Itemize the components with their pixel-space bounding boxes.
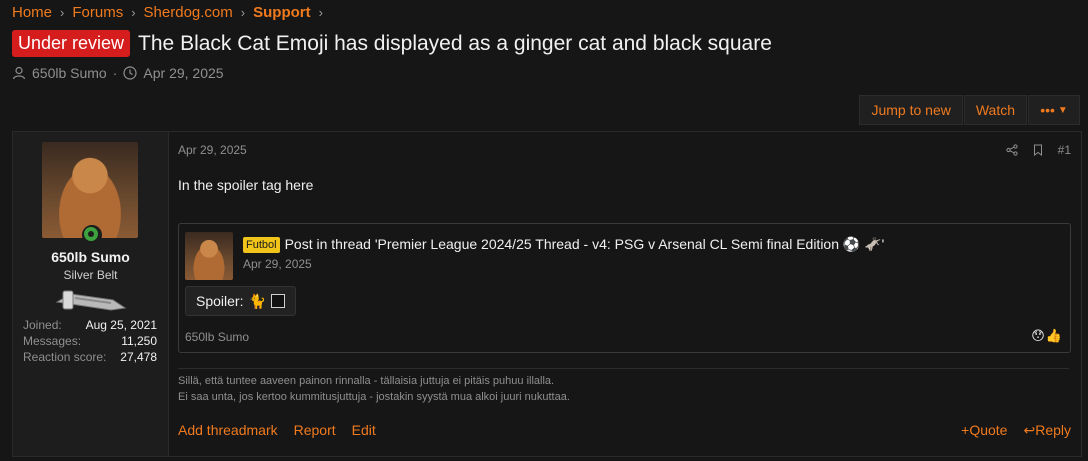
thread-title-row: Under review The Black Cat Emoji has dis… — [12, 30, 772, 57]
reply-label: Reply — [1035, 422, 1071, 438]
post: 650lb Sumo Silver Belt Joined: Aug 25, 2… — [12, 131, 1082, 457]
watch-button[interactable]: Watch — [963, 95, 1027, 125]
thread-date-link[interactable]: Apr 29, 2025 — [143, 65, 223, 81]
post-content: Apr 29, 2025 #1 In the spoiler tag here … — [168, 132, 1081, 456]
add-threadmark-link[interactable]: Add threadmark — [178, 422, 278, 438]
breadcrumb-forums[interactable]: Forums — [72, 4, 123, 21]
stat-reaction-score: Reaction score: 27,478 — [23, 350, 157, 366]
post-body-text: In the spoiler tag here — [178, 177, 314, 193]
more-label: ••• — [1040, 102, 1055, 118]
reply-arrow-icon: ↩ — [1023, 422, 1036, 438]
edit-link[interactable]: Edit — [352, 422, 376, 438]
breadcrumb-home[interactable]: Home — [12, 4, 52, 21]
quote-button[interactable]: +Quote — [961, 422, 1007, 439]
report-link[interactable]: Report — [294, 422, 336, 438]
clock-icon — [123, 66, 137, 80]
quote-date: Apr 29, 2025 — [243, 257, 312, 271]
quote-label: Quote — [969, 422, 1008, 438]
spoiler-label: Spoiler: — [196, 293, 244, 309]
breadcrumb-sherdog[interactable]: Sherdog.com — [144, 4, 233, 21]
signature-line: Ei saa unta, jos kertoo kummitusjuttuja … — [178, 391, 570, 403]
post-footer-right: +Quote ↩Reply — [961, 422, 1071, 439]
spoiler-button[interactable]: Spoiler: 🐈 — [185, 286, 296, 316]
post-date[interactable]: Apr 29, 2025 — [178, 143, 247, 157]
user-icon — [12, 66, 26, 80]
breadcrumb: Home › Forums › Sherdog.com › Support › — [12, 4, 323, 21]
chevron-right-icon: › — [318, 5, 323, 20]
post-footer-left: Add threadmark Report Edit — [178, 422, 376, 438]
post-number[interactable]: #1 — [1058, 143, 1071, 157]
quoted-post: Futbol Post in thread 'Premier League 20… — [178, 223, 1071, 353]
username[interactable]: 650lb Sumo — [13, 249, 168, 265]
page-title: The Black Cat Emoji has displayed as a g… — [138, 31, 772, 55]
wow-reaction-icon: 😯 — [1031, 328, 1045, 343]
user-column: 650lb Sumo Silver Belt Joined: Aug 25, 2… — [13, 132, 169, 456]
chevron-right-icon: › — [60, 5, 65, 20]
online-status-icon — [82, 225, 102, 245]
caret-down-icon: ▼ — [1057, 104, 1068, 116]
stat-label: Messages: — [23, 334, 82, 348]
thread-toolbar: Jump to new Watch ••• ▼ — [858, 95, 1080, 125]
cat-emoji-icon: 🐈 — [248, 292, 266, 309]
black-square-icon — [270, 294, 285, 308]
user-title: Silver Belt — [63, 268, 118, 282]
status-badge: Under review — [12, 30, 131, 57]
thread-author-link[interactable]: 650lb Sumo — [32, 65, 107, 81]
like-reaction-icon: 👍 — [1045, 328, 1062, 343]
stat-label: Joined: — [23, 318, 62, 332]
avatar[interactable] — [42, 142, 138, 238]
stat-value: 27,478 — [120, 350, 157, 364]
stat-value[interactable]: 11,250 — [121, 334, 157, 350]
quote-header: Futbol Post in thread 'Premier League 20… — [243, 236, 884, 253]
thread-meta: 650lb Sumo · Apr 29, 2025 — [12, 65, 224, 81]
jump-to-new-button[interactable]: Jump to new — [859, 95, 963, 125]
chevron-right-icon: › — [240, 5, 246, 20]
stat-joined: Joined: Aug 25, 2021 — [23, 318, 157, 334]
belt-banner-icon — [55, 290, 127, 311]
quote-thread-link[interactable]: Post in thread 'Premier League 2024/25 T… — [285, 236, 885, 253]
stat-value: Aug 25, 2021 — [85, 318, 157, 332]
bookmark-icon[interactable] — [1032, 144, 1044, 156]
more-options-button[interactable]: ••• ▼ — [1028, 95, 1080, 125]
chevron-right-icon: › — [131, 5, 136, 20]
quote-reactions[interactable]: 😯 👍 — [1031, 328, 1062, 344]
breadcrumb-support[interactable]: Support — [253, 4, 311, 21]
share-icon[interactable] — [1006, 144, 1018, 156]
meta-separator: · — [112, 65, 118, 81]
user-stats: Joined: Aug 25, 2021 Messages: 11,250 Re… — [23, 318, 157, 366]
quote-author: 650lb Sumo — [185, 330, 250, 344]
quote-avatar[interactable] — [185, 232, 233, 280]
reply-button[interactable]: ↩Reply — [1023, 422, 1071, 439]
stat-label: Reaction score: — [23, 350, 107, 364]
post-actions: #1 — [1006, 143, 1071, 157]
stat-messages: Messages: 11,250 — [23, 334, 157, 350]
prefix-tag: Futbol — [243, 236, 280, 253]
signature-line: Sillä, että tuntee aaveen painon rinnall… — [178, 375, 555, 387]
signature: Sillä, että tuntee aaveen painon rinnall… — [178, 368, 1069, 405]
